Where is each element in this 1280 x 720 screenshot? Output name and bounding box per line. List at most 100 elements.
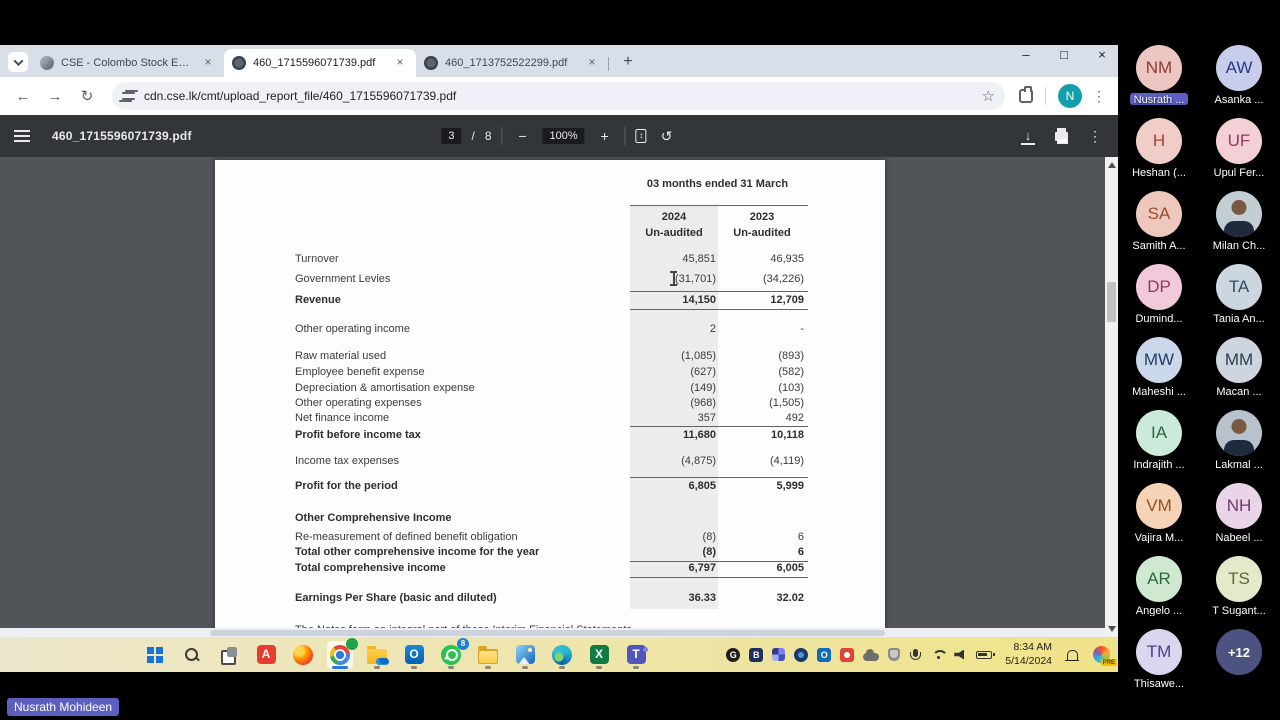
- profile-avatar[interactable]: N: [1058, 84, 1082, 108]
- notifications-bell-icon[interactable]: [1067, 650, 1078, 660]
- taskbar-clock[interactable]: 8:34 AM 5/14/2024: [1005, 641, 1052, 668]
- row-label: Total other comprehensive income for the…: [295, 546, 605, 558]
- outlook-tray-icon[interactable]: O: [817, 648, 831, 662]
- participant-tile[interactable]: TMThisawe...: [1122, 629, 1196, 689]
- participant-tile[interactable]: Lakmal ...: [1202, 410, 1276, 470]
- fit-page-icon[interactable]: ↕: [636, 129, 647, 143]
- zoom-level[interactable]: 100%: [543, 128, 585, 144]
- b-app-icon[interactable]: B: [749, 648, 763, 662]
- outlook-icon[interactable]: O: [401, 641, 427, 669]
- battery-icon[interactable]: [976, 651, 992, 659]
- participant-tile[interactable]: +12: [1202, 629, 1276, 689]
- participant-tile[interactable]: NM Nusrath ...: [1122, 45, 1196, 105]
- firefox-icon[interactable]: [290, 641, 316, 669]
- row-value-2023: 12,709: [698, 294, 804, 306]
- file-explorer-icon[interactable]: [475, 641, 501, 669]
- photos-icon[interactable]: [512, 641, 538, 669]
- speaker-icon[interactable]: [954, 650, 967, 660]
- tab-close-icon[interactable]: ×: [392, 55, 408, 71]
- print-icon[interactable]: [1055, 132, 1068, 141]
- participant-tile[interactable]: SASamith A...: [1122, 191, 1196, 251]
- windows-start-icon[interactable]: [142, 641, 168, 669]
- participant-tile[interactable]: TST Sugant...: [1202, 556, 1276, 616]
- notification-badge: [346, 638, 358, 650]
- running-indicator: [522, 666, 528, 669]
- close-button[interactable]: ×: [1092, 47, 1112, 62]
- participant-tile[interactable]: ARAngelo ...: [1122, 556, 1196, 616]
- security-shield-icon[interactable]: [888, 648, 900, 661]
- colored-app-icon[interactable]: [772, 648, 785, 661]
- vertical-scrollbar[interactable]: [1105, 157, 1118, 637]
- pdf-page-controls: 3 / 8 − 100% + ↕ ↺: [441, 127, 676, 145]
- url-text[interactable]: cdn.cse.lk/cmt/upload_report_file/460_17…: [144, 89, 974, 103]
- wifi-icon[interactable]: [931, 649, 945, 660]
- participant-tile[interactable]: IAIndrajith ...: [1122, 410, 1196, 470]
- minimize-button[interactable]: –: [1016, 47, 1036, 62]
- participant-photo-avatar: [1216, 410, 1262, 456]
- refresh-icon[interactable]: ↻: [74, 83, 100, 109]
- scroll-down-icon[interactable]: [1108, 626, 1116, 632]
- windows-start-icon: [147, 647, 163, 663]
- participant-tile[interactable]: VMVajira M...: [1122, 483, 1196, 543]
- extensions-icon[interactable]: [1019, 89, 1033, 103]
- participant-name: Upul Fer...: [1210, 166, 1269, 178]
- search-icon[interactable]: [179, 641, 205, 669]
- maximize-button[interactable]: □: [1054, 47, 1074, 62]
- row-label: Turnover: [295, 253, 605, 265]
- record-app-icon[interactable]: [840, 648, 854, 662]
- page-number-input[interactable]: 3: [441, 128, 461, 144]
- participant-tile[interactable]: NHNabeel ...: [1202, 483, 1276, 543]
- participant-name: Nusrath ...: [1130, 93, 1189, 105]
- rotate-icon[interactable]: ↺: [657, 128, 677, 145]
- pdf-menu-icon[interactable]: [14, 130, 30, 142]
- participant-tile[interactable]: HHeshan (...: [1122, 118, 1196, 178]
- site-settings-icon[interactable]: [122, 90, 136, 102]
- blue-circle-app-icon[interactable]: [794, 648, 808, 662]
- participant-tile[interactable]: UF Upul Fer...: [1202, 118, 1276, 178]
- participant-tile[interactable]: MMMacan ...: [1202, 337, 1276, 397]
- vertical-scrollbar-thumb[interactable]: [1107, 282, 1116, 322]
- participant-avatar: NM: [1136, 45, 1182, 91]
- back-icon[interactable]: ←: [10, 83, 36, 109]
- participant-tile[interactable]: AWAsanka ...: [1202, 45, 1276, 105]
- scroll-up-icon[interactable]: [1108, 162, 1116, 168]
- participant-tile[interactable]: MWMaheshi ...: [1122, 337, 1196, 397]
- download-icon[interactable]: ↓: [1021, 128, 1035, 145]
- browser-menu-icon[interactable]: ⋮: [1090, 88, 1108, 105]
- onedrive-cloud-icon[interactable]: [863, 653, 879, 661]
- adobe-acrobat-icon[interactable]: A: [253, 641, 279, 669]
- participant-avatar: UF: [1216, 118, 1262, 164]
- excel-icon[interactable]: X: [586, 641, 612, 669]
- participant-avatar: TA: [1216, 264, 1262, 310]
- participant-tile[interactable]: TATania An...: [1202, 264, 1276, 324]
- tab[interactable]: CSE - Colombo Stock Exchange×: [32, 49, 224, 77]
- participant-tile[interactable]: DPDumind...: [1122, 264, 1196, 324]
- address-bar[interactable]: cdn.cse.lk/cmt/upload_report_file/460_17…: [112, 82, 1005, 110]
- participant-tile[interactable]: Milan Ch...: [1202, 191, 1276, 251]
- zoom-in-button[interactable]: +: [595, 128, 615, 144]
- tab[interactable]: 460_1715596071739.pdf×: [224, 49, 416, 77]
- pdf-more-icon[interactable]: ⋮: [1088, 128, 1102, 145]
- tab-search-button[interactable]: [8, 52, 28, 72]
- horizontal-scrollbar[interactable]: [0, 628, 1105, 637]
- copilot-icon[interactable]: PRE: [1093, 646, 1110, 663]
- edge-icon: [552, 645, 572, 665]
- whatsapp-icon[interactable]: 8: [438, 641, 464, 669]
- g-app-icon[interactable]: G: [726, 648, 740, 662]
- microphone-icon[interactable]: [913, 649, 918, 657]
- bookmark-star-icon[interactable]: ☆: [982, 87, 995, 105]
- teams-icon[interactable]: T: [623, 641, 649, 669]
- tab-close-icon[interactable]: ×: [584, 55, 600, 71]
- forward-icon[interactable]: →: [42, 83, 68, 109]
- tab[interactable]: 460_1713752522299.pdf×: [416, 49, 608, 77]
- participant-name: Heshan (...: [1128, 166, 1190, 178]
- new-tab-button[interactable]: +: [616, 50, 640, 74]
- onedrive-folder-icon[interactable]: [364, 641, 390, 669]
- horizontal-scrollbar-thumb[interactable]: [210, 630, 885, 636]
- zoom-out-button[interactable]: −: [513, 128, 533, 144]
- edge-icon[interactable]: [549, 641, 575, 669]
- task-view-icon[interactable]: [216, 641, 242, 669]
- chrome-icon[interactable]: [327, 641, 353, 669]
- tab-close-icon[interactable]: ×: [200, 55, 216, 71]
- pdf-viewport[interactable]: 03 months ended 31 March 2024 2023 Un-au…: [0, 157, 1118, 637]
